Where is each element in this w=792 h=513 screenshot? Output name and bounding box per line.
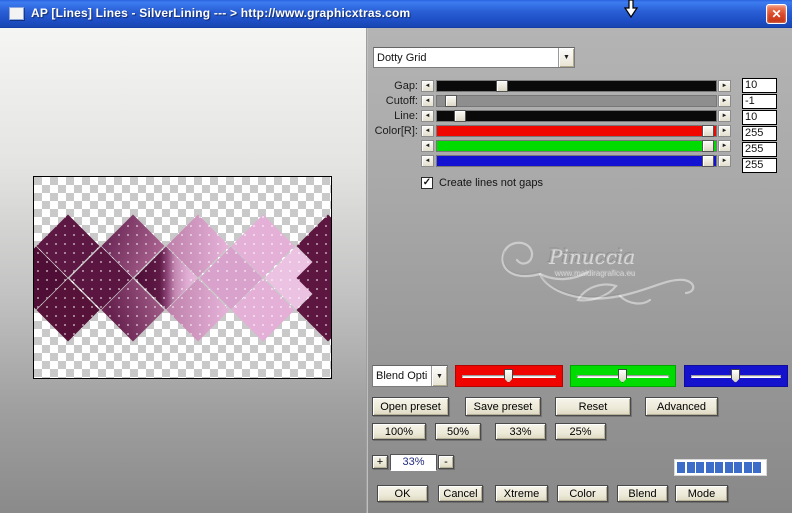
line-left-arrow-icon[interactable]: ◄ — [421, 110, 434, 122]
cutoff-right-arrow-icon[interactable]: ► — [718, 95, 731, 107]
zoom-50-button[interactable]: 50% — [435, 423, 481, 440]
progress-block — [705, 462, 714, 473]
cutoff-slider[interactable] — [436, 95, 717, 107]
mouse-cursor-down-arrow-icon — [623, 0, 639, 19]
mode-button[interactable]: Mode — [675, 485, 728, 502]
ok-button[interactable]: OK — [377, 485, 428, 502]
color-r-value[interactable]: 255 — [742, 126, 777, 141]
gap-slider[interactable] — [436, 80, 717, 92]
zoom-100-button[interactable]: 100% — [372, 423, 426, 440]
blend-blue-slider-thumb[interactable] — [731, 369, 740, 383]
blend-blue-slider[interactable] — [684, 365, 788, 387]
gap-value[interactable]: 10 — [742, 78, 777, 93]
save-preset-button[interactable]: Save preset — [465, 397, 541, 416]
line-label: Line: — [394, 110, 418, 122]
color-g-left-arrow-icon[interactable]: ◄ — [421, 140, 434, 152]
plugin-dialog: AP [Lines] Lines - SilverLining --- > ht… — [0, 0, 792, 513]
progress-block — [696, 462, 704, 473]
reset-button[interactable]: Reset — [555, 397, 631, 416]
color-g-value[interactable]: 255 — [742, 142, 777, 157]
line-right-arrow-icon[interactable]: ► — [718, 110, 731, 122]
color-r-slider-thumb[interactable] — [702, 125, 715, 137]
gap-label: Gap: — [394, 80, 418, 92]
create-lines-checkbox-label: Create lines not gaps — [439, 177, 543, 189]
gap-left-arrow-icon[interactable]: ◄ — [421, 80, 434, 92]
color-button[interactable]: Color — [557, 485, 608, 502]
title-bar[interactable]: AP [Lines] Lines - SilverLining --- > ht… — [0, 0, 792, 28]
pattern-preview[interactable] — [4, 176, 360, 379]
color-r-label: Color[R]: — [374, 125, 418, 137]
preview-image — [4, 177, 360, 378]
cutoff-label: Cutoff: — [385, 95, 418, 107]
color-b-right-arrow-icon[interactable]: ► — [718, 155, 731, 167]
window-title: AP [Lines] Lines - SilverLining --- > ht… — [31, 6, 411, 20]
create-lines-checkbox[interactable]: ✓ — [421, 177, 433, 189]
cutoff-value[interactable]: -1 — [742, 94, 777, 109]
color-g-right-arrow-icon[interactable]: ► — [718, 140, 731, 152]
window-icon — [9, 7, 24, 20]
color-r-slider[interactable] — [436, 125, 717, 137]
color-b-value[interactable]: 255 — [742, 158, 777, 173]
pattern-select[interactable]: Dotty Grid ▼ — [373, 47, 575, 68]
color-b-slider-thumb[interactable] — [702, 155, 715, 167]
line-slider[interactable] — [436, 110, 717, 122]
progress-block — [677, 462, 685, 473]
progress-block — [743, 462, 752, 473]
chevron-down-icon[interactable]: ▼ — [431, 366, 447, 386]
blend-options-value: Blend Opti — [376, 370, 428, 382]
blend-button[interactable]: Blend — [617, 485, 668, 502]
cancel-button[interactable]: Cancel — [438, 485, 483, 502]
color-b-left-arrow-icon[interactable]: ◄ — [421, 155, 434, 167]
zoom-33-button[interactable]: 33% — [495, 423, 546, 440]
line-value[interactable]: 10 — [742, 110, 777, 125]
chevron-down-icon[interactable]: ▼ — [558, 48, 574, 67]
color-g-slider-thumb[interactable] — [702, 140, 715, 152]
blend-red-slider[interactable] — [455, 365, 563, 387]
advanced-button[interactable]: Advanced — [645, 397, 718, 416]
progress-block — [715, 462, 723, 473]
blend-green-slider[interactable] — [570, 365, 676, 387]
pattern-select-value: Dotty Grid — [377, 51, 427, 64]
cutoff-left-arrow-icon[interactable]: ◄ — [421, 95, 434, 107]
gap-right-arrow-icon[interactable]: ► — [718, 80, 731, 92]
progress-block — [686, 462, 695, 473]
color-b-slider[interactable] — [436, 155, 717, 167]
open-preset-button[interactable]: Open preset — [372, 397, 449, 416]
progress-block — [724, 462, 733, 473]
blend-green-slider-thumb[interactable] — [618, 369, 627, 383]
zoom-decrease-button[interactable]: - — [438, 455, 454, 469]
line-slider-thumb[interactable] — [453, 110, 466, 122]
gap-slider-thumb[interactable] — [495, 80, 508, 92]
xtreme-button[interactable]: Xtreme — [495, 485, 548, 502]
progress-block — [753, 462, 761, 473]
cutoff-slider-thumb[interactable] — [445, 95, 458, 107]
zoom-increase-button[interactable]: + — [372, 455, 388, 469]
zoom-25-button[interactable]: 25% — [555, 423, 606, 440]
zoom-level-value: 33% — [390, 454, 437, 471]
color-r-right-arrow-icon[interactable]: ► — [718, 125, 731, 137]
blend-red-slider-thumb[interactable] — [504, 369, 513, 383]
color-g-slider[interactable] — [436, 140, 717, 152]
color-r-left-arrow-icon[interactable]: ◄ — [421, 125, 434, 137]
progress-block — [734, 462, 742, 473]
close-button[interactable]: ✕ — [766, 4, 787, 24]
blend-options-select[interactable]: Blend Opti ▼ — [372, 365, 448, 387]
progress-bar — [674, 459, 767, 476]
